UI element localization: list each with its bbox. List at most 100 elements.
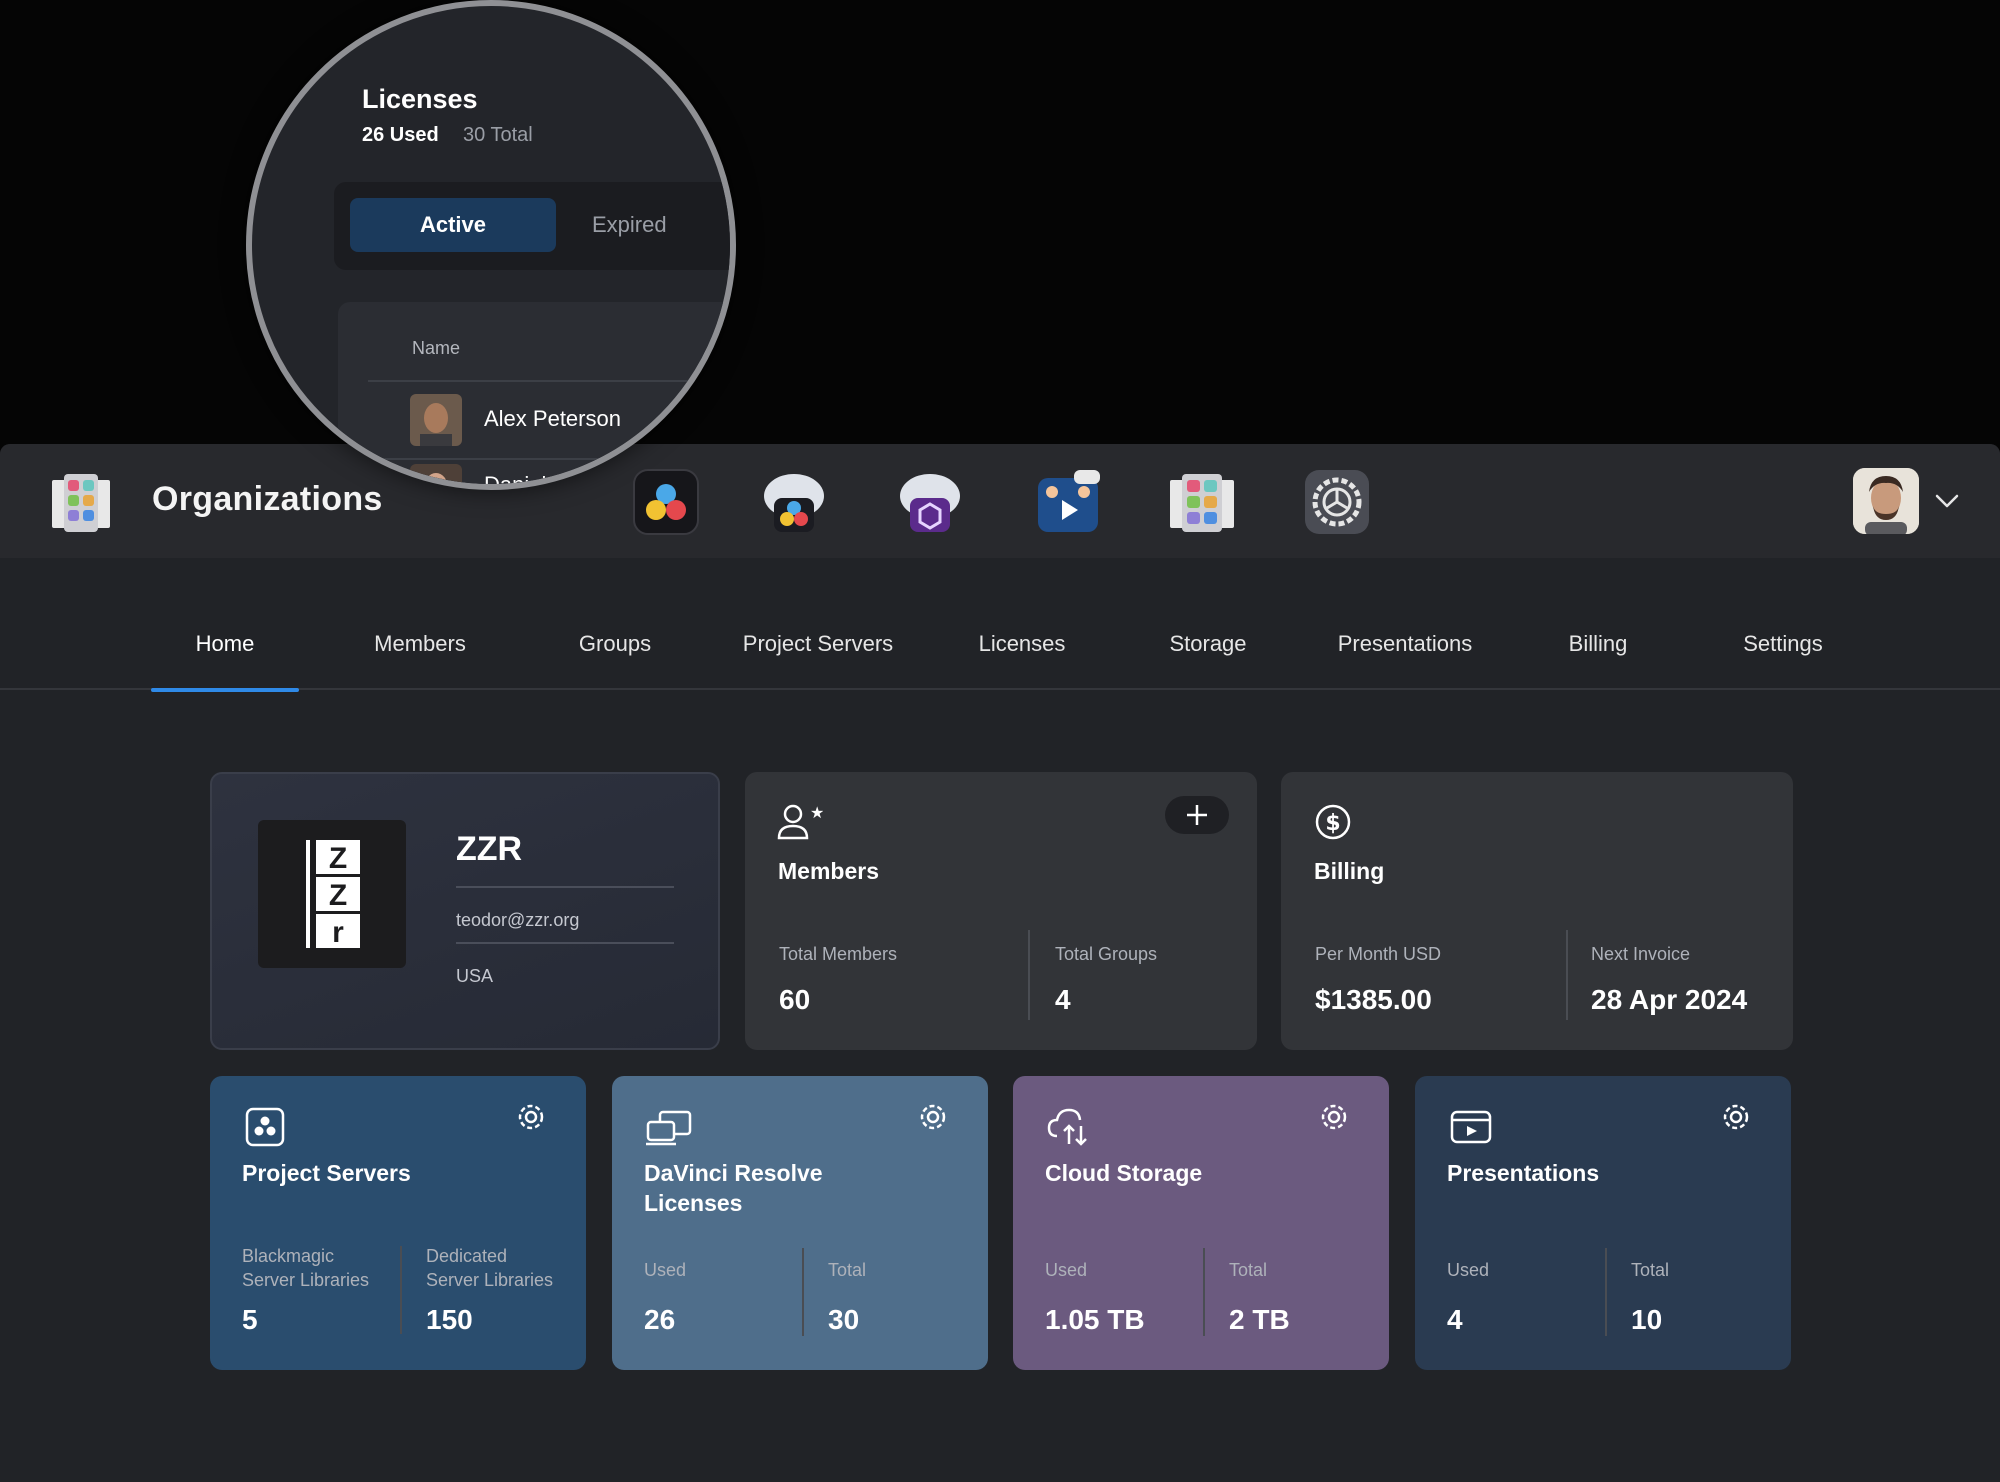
presentations-icon[interactable] (1034, 468, 1102, 536)
storage-total-label: Total (1229, 1260, 1268, 1280)
label-line: Server Libraries (426, 1270, 554, 1290)
gear-icon[interactable] (514, 1100, 548, 1134)
tab-presentations[interactable]: Presentations (1315, 614, 1495, 690)
licenses-used-count: 26 Used (362, 124, 439, 146)
blackmagic-libraries-value: 5 (242, 1304, 258, 1335)
dollar-icon: $ (1315, 804, 1351, 840)
divider (802, 1248, 804, 1336)
gear-icon[interactable] (916, 1100, 950, 1134)
tab-project-servers[interactable]: Project Servers (728, 614, 908, 690)
svg-text:$: $ (1325, 811, 1340, 836)
top-bar: Organizations (0, 444, 2000, 558)
storage-used-label: Used (1045, 1260, 1088, 1280)
presentations-total-value: 10 (1631, 1304, 1663, 1335)
tab-members[interactable]: Members (350, 614, 490, 690)
licenses-table: Name Alex Peterson Daniel N (338, 302, 730, 484)
cloud-server-icon[interactable] (896, 468, 964, 536)
tab-storage[interactable]: Storage (1138, 614, 1278, 690)
organization-logo: Z Z r (258, 820, 406, 968)
storage-total-value: 2 TB (1229, 1304, 1290, 1335)
license-status-toggle: Active Expired (334, 182, 730, 270)
divider (456, 942, 674, 944)
presentations-title: Presentations (1447, 1160, 1600, 1186)
divider (368, 458, 730, 460)
licenses-card[interactable]: DaVinci Resolve Licenses Used 26 Total 3… (612, 1076, 988, 1370)
label-line: Dedicated (426, 1246, 508, 1266)
presentations-card[interactable]: Presentations Used 4 Total 10 (1415, 1076, 1791, 1370)
logo-letter: Z (329, 879, 347, 912)
chevron-down-icon[interactable] (1934, 488, 1960, 514)
divider (456, 886, 674, 888)
blackmagic-libraries-label: Blackmagic Server Libraries (242, 1244, 369, 1292)
dedicated-libraries-label: Dedicated Server Libraries (426, 1244, 553, 1292)
organization-country: USA (456, 966, 494, 986)
members-card[interactable]: ★ Members Total Members 60 Total Groups … (745, 772, 1257, 1050)
licenses-total-label: Total (828, 1260, 867, 1280)
svg-text:★: ★ (810, 803, 823, 822)
divider (368, 380, 730, 382)
next-invoice-value: 28 Apr 2024 (1591, 984, 1748, 1015)
project-servers-title: Project Servers (242, 1160, 411, 1186)
member-name[interactable]: Alex Peterson (484, 406, 621, 432)
dedicated-libraries-value: 150 (426, 1304, 473, 1335)
cloud-sync-icon (1047, 1108, 1087, 1146)
nav-tabs: Home Members Groups Project Servers Lice… (0, 614, 2000, 692)
label-line: Blackmagic (242, 1246, 335, 1266)
total-groups-value: 4 (1055, 984, 1071, 1015)
divider (1203, 1248, 1205, 1336)
licenses-used-value: 26 (644, 1304, 676, 1335)
storage-used-value: 1.05 TB (1045, 1304, 1145, 1335)
divider (1605, 1248, 1607, 1336)
magnifier-lens: Licenses 26 Used 30 Total Active Expired… (246, 0, 736, 490)
licenses-title: DaVinci Resolve Licenses (644, 1158, 823, 1218)
members-title: Members (778, 858, 879, 884)
avatar (410, 394, 462, 446)
active-tab-button[interactable]: Active (350, 198, 556, 252)
licenses-used-label: Used (644, 1260, 687, 1280)
app-window: Organizations Home Members Groups Projec… (0, 444, 2000, 1482)
tab-licenses[interactable]: Licenses (952, 614, 1092, 690)
organization-card: Z Z r ZZR teodor@zzr.org USA (210, 772, 720, 1050)
presentations-used-value: 4 (1447, 1304, 1463, 1335)
cloud-resolve-icon[interactable] (760, 468, 828, 536)
organizations-logo-icon[interactable] (50, 470, 112, 536)
user-avatar[interactable] (1853, 468, 1919, 534)
tab-home[interactable]: Home (151, 614, 299, 692)
project-server-icon (245, 1107, 285, 1147)
gear-icon[interactable] (1719, 1100, 1753, 1134)
system-settings-icon[interactable] (1303, 468, 1371, 536)
devices-icon (646, 1110, 692, 1146)
project-servers-card[interactable]: Project Servers Blackmagic Server Librar… (210, 1076, 586, 1370)
licenses-total-value: 30 (828, 1304, 860, 1335)
app-title: Organizations (152, 480, 383, 518)
total-members-label: Total Members (779, 944, 898, 964)
total-groups-label: Total Groups (1055, 944, 1158, 964)
billing-card[interactable]: $ Billing Per Month USD $1385.00 Next In… (1281, 772, 1793, 1050)
tab-billing[interactable]: Billing (1528, 614, 1668, 690)
title-line: DaVinci Resolve (644, 1160, 823, 1186)
column-header-name: Name (412, 338, 461, 358)
gear-icon[interactable] (1317, 1100, 1351, 1134)
tab-groups[interactable]: Groups (545, 614, 685, 690)
next-invoice-label: Next Invoice (1591, 944, 1691, 964)
expired-tab-button[interactable]: Expired (592, 198, 722, 252)
per-month-label: Per Month USD (1315, 944, 1442, 964)
presentation-icon (1450, 1110, 1492, 1144)
cloud-storage-title: Cloud Storage (1045, 1160, 1203, 1186)
billing-title: Billing (1314, 858, 1385, 884)
members-icon: ★ (777, 803, 823, 840)
label-line: Server Libraries (242, 1270, 370, 1290)
licenses-heading: Licenses (362, 84, 478, 114)
organizations-icon[interactable] (1168, 468, 1236, 536)
add-member-button[interactable] (1165, 796, 1229, 834)
divider (1566, 930, 1568, 1020)
presentations-total-label: Total (1631, 1260, 1670, 1280)
tab-settings[interactable]: Settings (1713, 614, 1853, 690)
organization-name: ZZR (456, 830, 523, 868)
licenses-total-count: 30 Total (463, 124, 533, 146)
divider (1028, 930, 1030, 1020)
cloud-storage-card[interactable]: Cloud Storage Used 1.05 TB Total 2 TB (1013, 1076, 1389, 1370)
total-members-value: 60 (779, 984, 811, 1015)
presentations-used-label: Used (1447, 1260, 1490, 1280)
logo-letter: Z (329, 842, 347, 875)
